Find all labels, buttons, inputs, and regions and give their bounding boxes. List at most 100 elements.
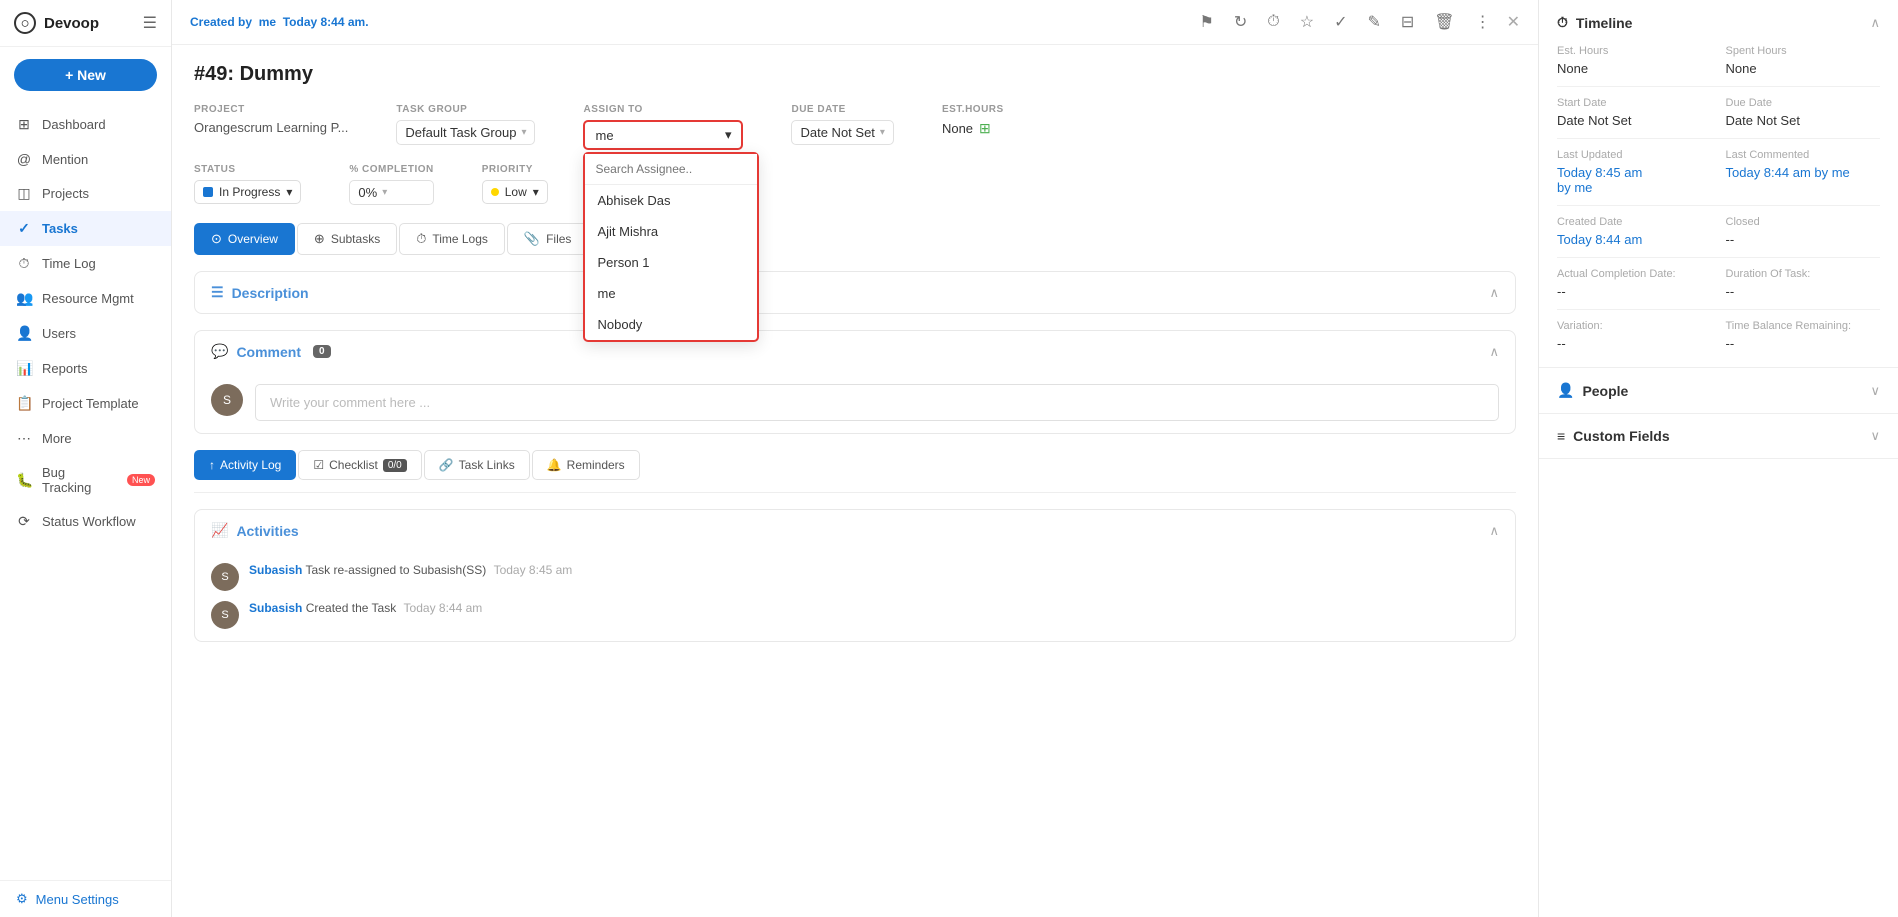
- sidebar-item-timelog[interactable]: ⏱ Time Log: [0, 246, 171, 281]
- people-header[interactable]: 👤 People ∨: [1539, 368, 1898, 413]
- activity-avatar: S: [211, 601, 239, 629]
- timeline-created: Created Date Today 8:44 am Closed --: [1557, 216, 1880, 247]
- chevron-down-icon: ▾: [725, 127, 732, 143]
- new-button[interactable]: + New: [14, 59, 157, 91]
- tab-timelogs[interactable]: ⏱ Time Logs: [399, 223, 505, 255]
- description-icon: ☰: [211, 284, 224, 301]
- timeline-dates: Start Date Date Not Set Due Date Date No…: [1557, 97, 1880, 128]
- status-select[interactable]: In Progress ▾: [194, 180, 301, 204]
- sidebar-item-more[interactable]: ⋯ More: [0, 421, 171, 456]
- tab-subtasks[interactable]: ⊕ Subtasks: [297, 223, 397, 255]
- task-links-label: Task Links: [459, 458, 515, 472]
- flag-button[interactable]: ⚑: [1195, 10, 1217, 34]
- description-header[interactable]: ☰ Description ∧: [195, 272, 1515, 313]
- chevron-down-icon: ▾: [382, 187, 387, 198]
- variation-tl-value: --: [1557, 336, 1712, 351]
- priority-select[interactable]: Low ▾: [482, 180, 548, 204]
- assignee-search-input[interactable]: [585, 154, 757, 185]
- hamburger-icon[interactable]: ☰: [143, 13, 157, 33]
- status-value: In Progress: [219, 185, 280, 199]
- task-tabs: ⊙ Overview ⊕ Subtasks ⏱ Time Logs 📎 File…: [194, 223, 1516, 255]
- tasks-icon: ✓: [16, 220, 32, 237]
- bug-tracking-icon: 🐛: [16, 472, 32, 489]
- sidebar-item-tasks[interactable]: ✓ Tasks: [0, 211, 171, 246]
- created-time: Today 8:44 am.: [283, 15, 369, 29]
- delete-button[interactable]: 🗑: [1430, 10, 1458, 34]
- sidebar-item-projects[interactable]: ◫ Projects: [0, 176, 171, 211]
- assign-to-select[interactable]: me ▾: [583, 120, 743, 150]
- due-date-select[interactable]: Date Not Set ▾: [791, 120, 893, 145]
- sidebar-item-bug-tracking[interactable]: 🐛 Bug Tracking New: [0, 456, 171, 504]
- activities-header[interactable]: 📈 Activities ∧: [195, 510, 1515, 551]
- assignee-option-person1[interactable]: Person 1: [585, 247, 757, 278]
- tab-reminders[interactable]: 🔔 Reminders: [532, 450, 640, 480]
- timelogs-icon: ⏱: [416, 231, 426, 247]
- tab-task-links[interactable]: 🔗 Task Links: [424, 450, 530, 480]
- sidebar-item-dashboard[interactable]: ⊞ Dashboard: [0, 107, 171, 142]
- more-options-button[interactable]: ⋮: [1471, 10, 1495, 34]
- sidebar-item-mention[interactable]: @ Mention: [0, 142, 171, 176]
- close-button[interactable]: ✕: [1507, 12, 1520, 32]
- edit-button[interactable]: ✎: [1363, 10, 1384, 34]
- comment-title: 💬 Comment 0: [211, 343, 331, 360]
- tab-activity-log[interactable]: ↑ Activity Log: [194, 450, 296, 480]
- est-hours-label: EST.HOURS: [942, 104, 1004, 115]
- timeline-header[interactable]: ⏱ Timeline ∧: [1539, 0, 1898, 45]
- activity-list: S Subasish Task re-assigned to Subasish(…: [211, 563, 1499, 629]
- activity-log-icon: ↑: [209, 458, 215, 472]
- new-badge: New: [127, 474, 155, 486]
- assignee-option-ajit[interactable]: Ajit Mishra: [585, 216, 757, 247]
- comment-input[interactable]: Write your comment here ...: [255, 384, 1499, 421]
- assignee-option-abhisek[interactable]: Abhisek Das: [585, 185, 757, 216]
- comment-area: S Write your comment here ...: [211, 384, 1499, 421]
- sidebar-item-users[interactable]: 👤 Users: [0, 316, 171, 351]
- user-avatar: S: [211, 384, 243, 416]
- projects-icon: ◫: [16, 185, 32, 202]
- task-title: #49: Dummy: [194, 63, 1516, 86]
- sidebar-item-reports[interactable]: 📊 Reports: [0, 351, 171, 386]
- assignee-option-me[interactable]: me: [585, 278, 757, 309]
- actual-completion-tl: Actual Completion Date: --: [1557, 268, 1712, 299]
- task-group-select[interactable]: Default Task Group ▾: [396, 120, 535, 145]
- sidebar-item-status-workflow[interactable]: ⟳ Status Workflow: [0, 504, 171, 539]
- actual-completion-tl-value: --: [1557, 284, 1712, 299]
- refresh-button[interactable]: ↻: [1230, 10, 1251, 34]
- activity-action: Task re-assigned to Subasish(SS): [305, 563, 489, 577]
- task-group-field: TASK GROUP Default Task Group ▾: [396, 104, 551, 145]
- bottom-tabs: ↑ Activity Log ☑ Checklist 0/0 🔗 Task Li…: [194, 450, 1516, 493]
- last-updated-tl-value: Today 8:45 amby me: [1557, 165, 1712, 195]
- menu-settings[interactable]: ⚙ Menu Settings: [16, 891, 155, 907]
- comment-body: S Write your comment here ...: [195, 372, 1515, 433]
- tab-overview[interactable]: ⊙ Overview: [194, 223, 295, 255]
- comment-icon: 💬: [211, 343, 228, 360]
- assignee-option-nobody[interactable]: Nobody: [585, 309, 757, 340]
- clock-button[interactable]: ⏱: [1263, 11, 1283, 33]
- est-hours-field: EST.HOURS None ⊞: [942, 104, 1020, 137]
- comment-header[interactable]: 💬 Comment 0 ∧: [195, 331, 1515, 372]
- custom-fields-header[interactable]: ≡ Custom Fields ∨: [1539, 414, 1898, 458]
- chevron-up-icon: ∧: [1870, 15, 1880, 31]
- timeline-variation: Variation: -- Time Balance Remaining: --: [1557, 320, 1880, 351]
- completion-select[interactable]: 0% ▾: [349, 180, 433, 205]
- activity-user: Subasish: [249, 563, 302, 577]
- project-value[interactable]: Orangescrum Learning P...: [194, 120, 348, 135]
- archive-button[interactable]: ⊟: [1397, 10, 1418, 34]
- completion-value: 0%: [358, 185, 377, 200]
- star-button[interactable]: ☆: [1296, 10, 1318, 34]
- sidebar-item-resource[interactable]: 👥 Resource Mgmt: [0, 281, 171, 316]
- check-button[interactable]: ✓: [1330, 10, 1351, 34]
- chevron-up-icon: ∧: [1489, 285, 1499, 301]
- files-icon: 📎: [524, 231, 540, 247]
- app-logo: ○ Devoop: [14, 12, 99, 34]
- tab-checklist[interactable]: ☑ Checklist 0/0: [298, 450, 421, 480]
- sidebar-item-label: More: [42, 431, 72, 446]
- sidebar-item-project-template[interactable]: 📋 Project Template: [0, 386, 171, 421]
- sidebar-footer: ⚙ Menu Settings: [0, 880, 171, 917]
- logo-icon: ○: [14, 12, 36, 34]
- due-date-field: DUE DATE Date Not Set ▾: [791, 104, 909, 145]
- activity-time: Today 8:45 am: [494, 563, 573, 577]
- sidebar-item-label: Users: [42, 326, 76, 341]
- fields-icon: ≡: [1557, 428, 1565, 444]
- task-detail: #49: Dummy PROJECT Orangescrum Learning …: [172, 45, 1538, 917]
- tab-files[interactable]: 📎 Files: [507, 223, 589, 255]
